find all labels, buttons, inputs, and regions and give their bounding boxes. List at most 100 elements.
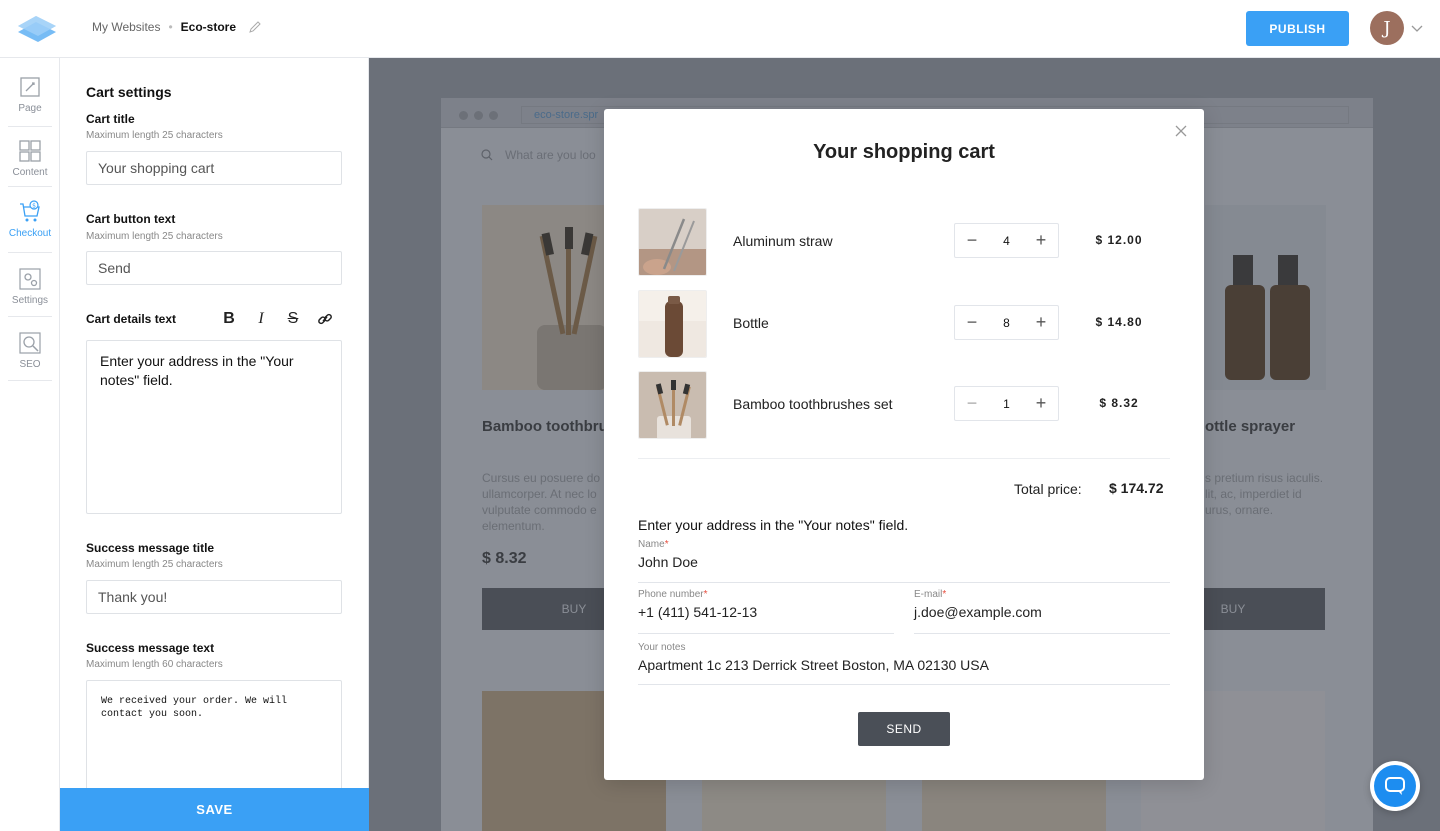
item-name: Aluminum straw (733, 233, 833, 249)
gear-icon (19, 267, 41, 290)
page-icon (20, 76, 40, 97)
success-text-label: Success message text (86, 641, 215, 655)
seo-icon (19, 331, 41, 354)
quantity-value[interactable]: 8 (989, 306, 1024, 339)
rail-item-label: Settings (11, 294, 49, 306)
divider (8, 316, 52, 317)
required-mark: * (664, 539, 669, 550)
phone-label: Phone number (638, 589, 704, 600)
rail-item-seo[interactable]: SEO (0, 318, 60, 382)
rail-item-label: Page (18, 102, 42, 114)
link-icon[interactable] (316, 310, 334, 328)
product-thumbnail (638, 208, 707, 276)
quantity-value[interactable]: 1 (989, 387, 1024, 420)
cart-settings-panel: Cart settings Cart title Maximum length … (60, 58, 369, 831)
logo-icon[interactable] (16, 12, 58, 46)
notes-label: Your notes (638, 642, 686, 653)
divider (8, 252, 52, 253)
save-button[interactable]: SAVE (60, 788, 369, 831)
item-price: $ 12.00 (1095, 233, 1143, 247)
name-value: John Doe (638, 554, 698, 570)
rail-item-settings[interactable]: Settings (0, 254, 60, 318)
item-name: Bamboo toothbrushes set (733, 396, 893, 412)
rail-item-page[interactable]: Page (0, 62, 60, 126)
breadcrumb-current: Eco-store (180, 20, 237, 34)
product-price: $ 8.32 (482, 550, 527, 567)
increase-button[interactable]: + (1024, 387, 1058, 420)
send-button[interactable]: SEND (858, 712, 950, 746)
increase-button[interactable]: + (1024, 224, 1058, 257)
product-thumbnail (638, 371, 707, 439)
cart-details-note: Enter your address in the "Your notes" f… (638, 517, 909, 533)
window-dots (459, 111, 498, 120)
chevron-down-icon[interactable] (1410, 22, 1424, 34)
quantity-stepper: − 8 + (954, 305, 1059, 340)
cart-title-label: Cart title (86, 112, 135, 126)
quantity-stepper: − 1 + (954, 386, 1059, 421)
rail-item-content[interactable]: Content (0, 126, 60, 190)
divider (638, 458, 1170, 459)
site-search: What are you loo (481, 148, 596, 162)
product-title: ottle sprayer (1205, 418, 1296, 435)
breadcrumb: My Websites • Eco-store (92, 20, 262, 34)
shopping-cart-modal: Your shopping cart Aluminum straw − 4 + … (604, 109, 1204, 780)
decrease-button[interactable]: − (955, 224, 989, 257)
name-field[interactable]: Name* John Doe (638, 539, 1170, 583)
increase-button[interactable]: + (1024, 306, 1058, 339)
site-search-placeholder: What are you loo (505, 148, 596, 162)
required-mark: * (942, 589, 947, 600)
email-label: E-mail (914, 589, 943, 600)
success-title-label: Success message title (86, 541, 215, 555)
product-thumbnail (638, 290, 707, 358)
cart-button-hint: Maximum length 25 characters (86, 231, 223, 242)
cart-button-input[interactable]: Send (86, 251, 342, 285)
svg-text:$: $ (32, 202, 36, 209)
bold-icon[interactable]: B (220, 310, 238, 328)
icon-rail: Page Content $ Checkout Settings SEO (0, 58, 60, 831)
publish-button[interactable]: PUBLISH (1246, 11, 1349, 46)
chat-button[interactable] (1370, 761, 1420, 811)
italic-icon[interactable]: I (252, 310, 270, 328)
phone-value: +1 (411) 541-12-13 (638, 604, 758, 620)
decrease-button[interactable]: − (955, 387, 989, 420)
product-image (1205, 205, 1326, 390)
pencil-icon[interactable] (248, 20, 262, 34)
quantity-value[interactable]: 4 (989, 224, 1024, 257)
top-bar: My Websites • Eco-store PUBLISH J (0, 0, 1440, 58)
breadcrumb-my-websites[interactable]: My Websites (92, 20, 160, 34)
panel-title: Cart settings (86, 84, 172, 100)
cart-details-label: Cart details text (86, 312, 177, 326)
cart-item: Bottle − 8 + $ 14.80 (638, 290, 1170, 358)
chat-bubble-icon (1374, 765, 1416, 807)
quantity-stepper: − 4 + (954, 223, 1059, 258)
email-field[interactable]: E-mail* j.doe@example.com (914, 589, 1170, 634)
rail-item-label: Checkout (8, 227, 52, 239)
required-mark: * (703, 589, 708, 600)
strikethrough-icon[interactable]: S (284, 310, 302, 328)
avatar[interactable]: J (1370, 11, 1404, 45)
cart-title-hint: Maximum length 25 characters (86, 130, 223, 141)
rail-item-checkout[interactable]: $ Checkout (0, 186, 60, 252)
grid-icon (19, 139, 41, 162)
cart-icon: $ (20, 199, 40, 221)
cart-item: Bamboo toothbrushes set − 1 + $ 8.32 (638, 371, 1170, 439)
notes-value: Apartment 1c 213 Derrick Street Boston, … (638, 657, 989, 673)
cart-title-input[interactable]: Your shopping cart (86, 151, 342, 185)
item-price: $ 14.80 (1095, 315, 1143, 329)
product-title: Bamboo toothbru (482, 418, 608, 435)
notes-field[interactable]: Your notes Apartment 1c 213 Derrick Stre… (638, 642, 1170, 685)
close-icon[interactable] (1174, 124, 1188, 138)
success-title-hint: Maximum length 25 characters (86, 559, 223, 570)
decrease-button[interactable]: − (955, 306, 989, 339)
cart-item: Aluminum straw − 4 + $ 12.00 (638, 208, 1170, 276)
success-title-input[interactable]: Thank you! (86, 580, 342, 614)
item-price: $ 8.32 (1099, 396, 1139, 410)
phone-field[interactable]: Phone number* +1 (411) 541-12-13 (638, 589, 894, 634)
cart-details-editor[interactable]: Enter your address in the "Your notes" f… (86, 340, 342, 514)
success-text-value: We received your order. We will contact … (101, 696, 288, 720)
format-toolbar: B I S (220, 310, 334, 328)
success-text-hint: Maximum length 60 characters (86, 659, 223, 670)
total-price-value: $ 174.72 (1109, 480, 1164, 496)
modal-title: Your shopping cart (813, 141, 995, 163)
cart-button-label: Cart button text (86, 212, 176, 226)
